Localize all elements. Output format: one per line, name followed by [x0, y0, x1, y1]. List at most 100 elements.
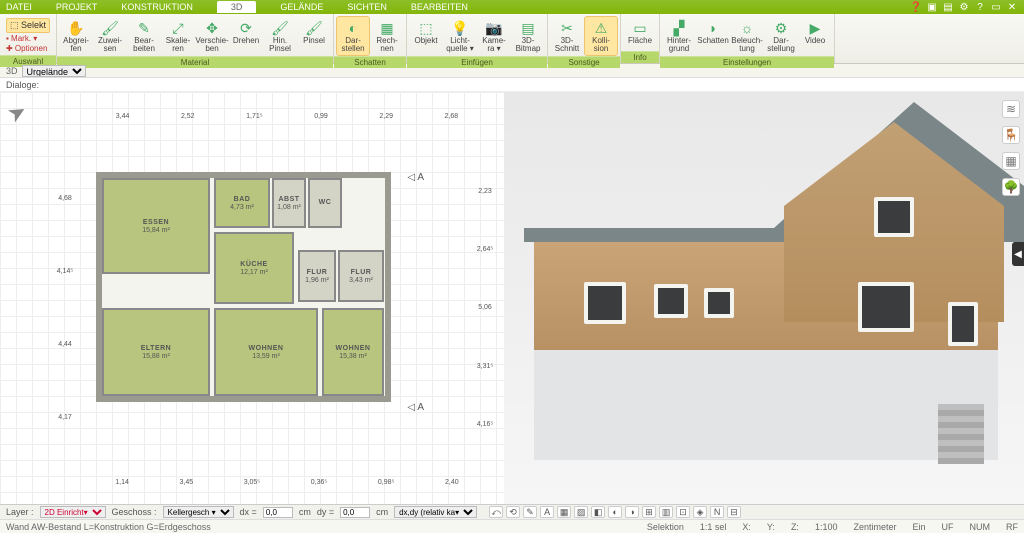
bottom-tool-icon[interactable]: ⤺: [489, 506, 503, 518]
menu-projekt[interactable]: PROJEKT: [56, 2, 98, 12]
room-bad[interactable]: BAD4,73 m²: [214, 178, 270, 228]
tray-icon[interactable]: ▭: [990, 1, 1002, 13]
room-wohnen[interactable]: WOHNEN15,38 m²: [322, 308, 384, 396]
selekt-button[interactable]: ⬚ Selekt: [6, 18, 50, 33]
ribbon-3d-bitmap[interactable]: ▤3D- Bitmap: [511, 16, 545, 56]
ribbon-icon: 🖌: [269, 19, 291, 37]
side-tool-icon[interactable]: 🪑: [1002, 126, 1020, 144]
window: [948, 302, 978, 346]
coord-mode-select[interactable]: dx,dy (relativ ka▾: [394, 506, 477, 518]
room-name: FLUR: [351, 269, 372, 276]
ribbon-icon: ☼: [736, 19, 758, 37]
ribbon-beleuch-tung[interactable]: ☼Beleuch- tung: [730, 16, 764, 56]
side-drawer-handle[interactable]: ◀: [1012, 242, 1024, 266]
menu-sichten[interactable]: SICHTEN: [347, 2, 387, 12]
tray-icon[interactable]: ⚙: [958, 1, 970, 13]
dy-label: dy =: [317, 507, 334, 517]
room-wc[interactable]: WC: [308, 178, 342, 228]
room-küche[interactable]: KÜCHE12,17 m²: [214, 232, 294, 304]
ribbon-verschie-ben[interactable]: ✥Verschie- ben: [195, 16, 229, 56]
room-wohnen[interactable]: WOHNEN13,59 m²: [214, 308, 318, 396]
bottom-tool-icon[interactable]: ⊡: [676, 506, 690, 518]
ribbon-video[interactable]: ▶Video: [798, 16, 832, 48]
ribbon-label: Objekt: [414, 37, 437, 45]
side-tool-icon[interactable]: 🌳: [1002, 178, 1020, 196]
dimensions-top: 3,442,521,71⁵0,992,292,68: [90, 104, 484, 128]
ribbon-schatten[interactable]: ◗Schatten: [696, 16, 730, 48]
dimension-value: 4,16⁵: [477, 421, 494, 428]
room-area: 15,84 m²: [142, 227, 170, 234]
ribbon-kame-ra-[interactable]: 📷Kame- ra ▾: [477, 16, 511, 56]
ribbon-label: 3D- Schnitt: [555, 37, 579, 53]
ribbon-skalie-ren[interactable]: ⤢Skalie- ren: [161, 16, 195, 56]
bottom-tool-icon[interactable]: A: [540, 506, 554, 518]
layer-select[interactable]: 2D Einricht▾: [40, 506, 106, 518]
ribbon-icon: ▭: [629, 19, 651, 37]
section-marker: ◁ A: [407, 172, 424, 183]
ribbon-dar-stellung[interactable]: ⚙Dar- stellung: [764, 16, 798, 56]
ribbon-3d-schnitt[interactable]: ✂3D- Schnitt: [550, 16, 584, 56]
side-tool-icon[interactable]: ▦: [1002, 152, 1020, 170]
ribbon-rech-nen[interactable]: ▦Rech- nen: [370, 16, 404, 56]
room-flur[interactable]: FLUR3,43 m²: [338, 250, 384, 302]
menu-gelaende[interactable]: GELÄNDE: [280, 2, 323, 12]
pane-3d-view[interactable]: ≋ 🪑 ▦ 🌳 ◀: [504, 92, 1024, 504]
bottom-tool-icon[interactable]: ▥: [659, 506, 673, 518]
ribbon-bear-beiten[interactable]: ✎Bear- beiten: [127, 16, 161, 56]
tray-icon[interactable]: ✕: [1006, 1, 1018, 13]
view-dropdown[interactable]: Urgelände: [22, 65, 86, 77]
ribbon-label: Verschie- ben: [195, 37, 228, 53]
mark-dropdown[interactable]: ▪ Mark. ▾: [6, 34, 37, 43]
side-tool-icon[interactable]: ≋: [1002, 100, 1020, 118]
floor-plan[interactable]: ESSEN15,84 m²BAD4,73 m²KÜCHE12,17 m² ABST…: [96, 172, 391, 402]
ribbon-licht-quelle-[interactable]: 💡Licht- quelle ▾: [443, 16, 477, 56]
ribbon-fl-che[interactable]: ▭Fläche: [623, 16, 657, 48]
ribbon-icon: ◐: [342, 19, 364, 37]
menu-bearbeiten[interactable]: BEARBEITEN: [411, 2, 468, 12]
bottom-tool-icon[interactable]: ⟲: [506, 506, 520, 518]
floor-select[interactable]: Kellergesch ▾: [163, 506, 234, 518]
menu-konstruktion[interactable]: KONSTRUKTION: [121, 2, 193, 12]
window: [704, 288, 734, 318]
optionen-link[interactable]: ✚ Optionen: [6, 44, 47, 53]
ribbon-drehen[interactable]: ⟳Drehen: [229, 16, 263, 48]
ribbon-objekt[interactable]: ⬚Objekt: [409, 16, 443, 48]
ribbon-icon: ✋: [65, 19, 87, 37]
ribbon-hinter-grund[interactable]: ▞Hinter- grund: [662, 16, 696, 56]
pane-2d-plan[interactable]: ➤ 3,442,521,71⁵0,992,292,68 1,143,453,05…: [0, 92, 504, 504]
ribbon-zuwei-sen[interactable]: 🖌Zuwei- sen: [93, 16, 127, 56]
bottom-tool-icon[interactable]: ⊞: [642, 506, 656, 518]
ribbon-dar-stellen[interactable]: ◐Dar- stellen: [336, 16, 370, 56]
dx-input[interactable]: [263, 507, 293, 518]
status-context: Wand AW-Bestand L=Konstruktion G=Erdgesc…: [6, 522, 211, 532]
menu-datei[interactable]: DATEI: [6, 2, 32, 12]
tray-icon[interactable]: ▣: [926, 1, 938, 13]
bottom-tool-icon[interactable]: ✎: [523, 506, 537, 518]
ribbon-abgrei-fen[interactable]: ✋Abgrei- fen: [59, 16, 93, 56]
room-eltern[interactable]: ELTERN15,88 m²: [102, 308, 210, 396]
room-essen[interactable]: ESSEN15,84 m²: [102, 178, 210, 274]
bottom-tool-icon[interactable]: N: [710, 506, 724, 518]
bottom-tool-icon[interactable]: ◐: [608, 506, 622, 518]
menu-3d[interactable]: 3D: [217, 1, 257, 13]
room-flur[interactable]: FLUR1,96 m²: [298, 250, 336, 302]
ribbon-pinsel[interactable]: 🖌Pinsel: [297, 16, 331, 48]
bottom-tool-icon[interactable]: ◑: [625, 506, 639, 518]
bottom-tool-icon[interactable]: ◧: [591, 506, 605, 518]
ribbon-label: 3D- Bitmap: [516, 37, 541, 53]
ribbon-kolli-sion[interactable]: ⚠Kolli- sion: [584, 16, 618, 56]
bottom-tool-icon[interactable]: ⊟: [727, 506, 741, 518]
room-area: 1,96 m²: [305, 277, 329, 284]
tray-icon[interactable]: ❓: [910, 1, 922, 13]
dimension-value: 0,98⁵: [378, 479, 395, 486]
bottom-tool-icon[interactable]: ▨: [574, 506, 588, 518]
ribbon-group-label: Einstellungen: [660, 56, 834, 68]
tray-icon[interactable]: ▤: [942, 1, 954, 13]
floor-label: Geschoss :: [112, 507, 157, 517]
tray-icon[interactable]: ?: [974, 1, 986, 13]
bottom-tool-icon[interactable]: ◈: [693, 506, 707, 518]
room-abst[interactable]: ABST1,08 m²: [272, 178, 306, 228]
dy-input[interactable]: [340, 507, 370, 518]
bottom-tool-icon[interactable]: ▦: [557, 506, 571, 518]
ribbon-hin-pinsel[interactable]: 🖌Hin. Pinsel: [263, 16, 297, 56]
